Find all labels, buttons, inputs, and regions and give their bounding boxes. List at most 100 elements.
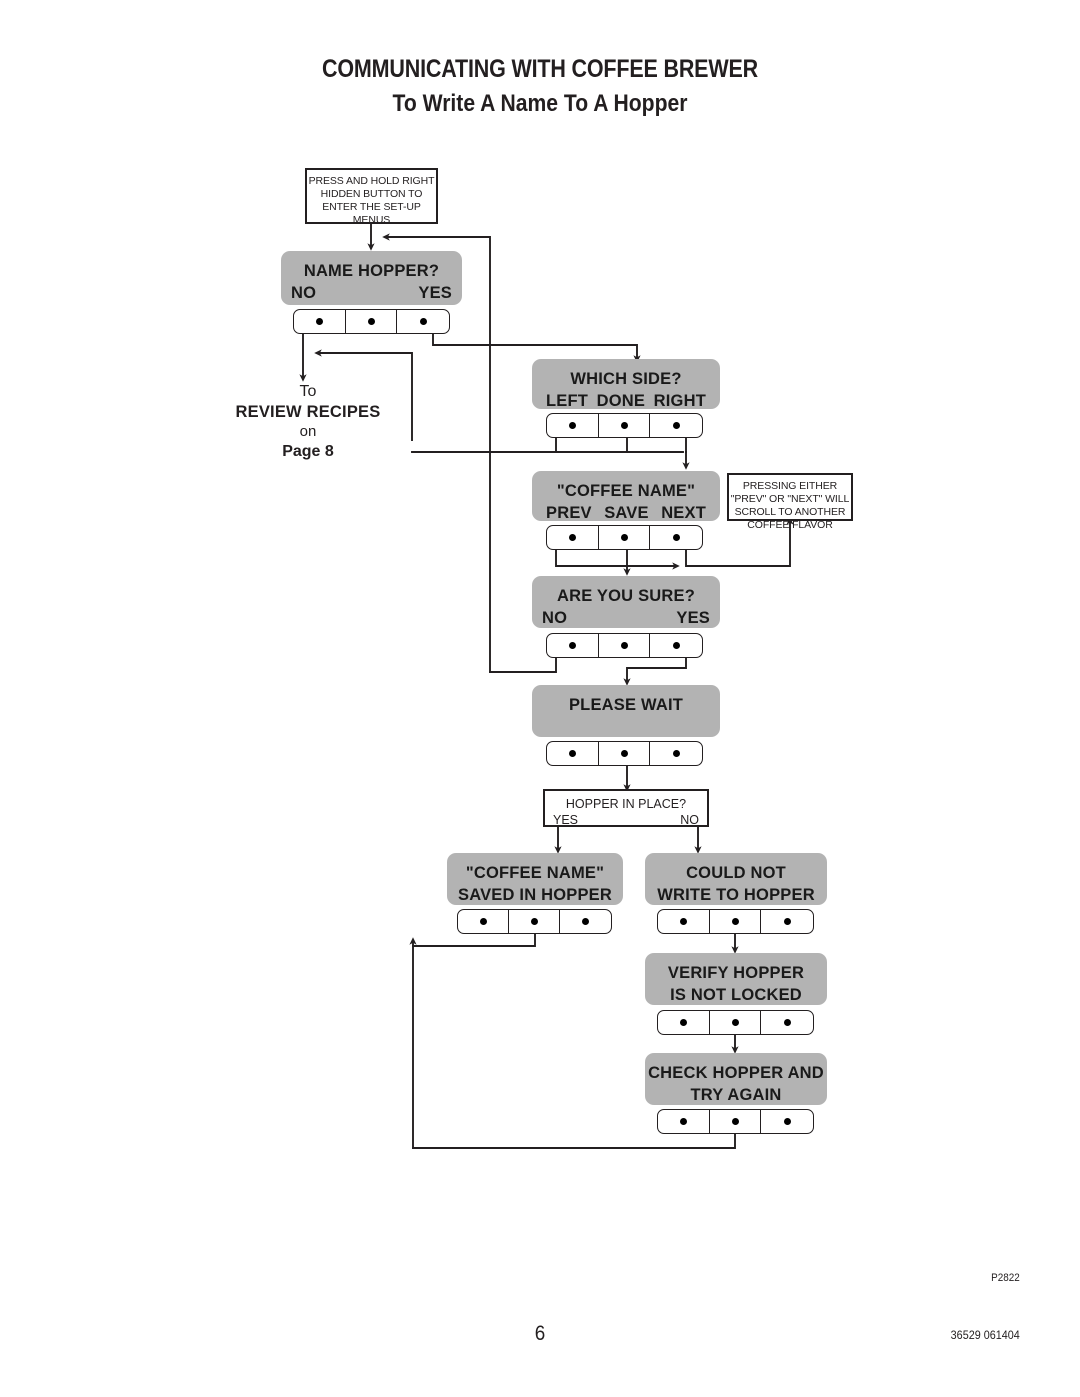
button-right[interactable] xyxy=(650,742,702,765)
screen-coffee-name-right: NEXT xyxy=(661,504,706,522)
button-center[interactable] xyxy=(710,910,762,933)
screen-which-side-left: LEFT xyxy=(546,392,589,410)
button-right[interactable] xyxy=(650,414,702,437)
buttonbar-coffee-name[interactable] xyxy=(546,525,703,550)
buttonbar-which-side[interactable] xyxy=(546,413,703,438)
buttonbar-are-you-sure[interactable] xyxy=(546,633,703,658)
button-dot-icon xyxy=(568,422,576,429)
button-left[interactable] xyxy=(547,526,599,549)
button-dot-icon xyxy=(620,534,628,541)
part-number: 36529 061404 xyxy=(950,1328,1020,1342)
button-dot-icon xyxy=(367,318,375,325)
screen-are-you-sure-line1: ARE YOU SURE? xyxy=(557,587,695,605)
button-center[interactable] xyxy=(599,526,651,549)
note-scroll-instructions: PRESSING EITHER "PREV" OR "NEXT" WILL SC… xyxy=(727,473,853,531)
screen-coffee-name-left: PREV xyxy=(546,504,592,522)
screen-which-side-center: DONE xyxy=(596,392,646,410)
screen-verify-hopper: VERIFY HOPPER IS NOT LOCKED xyxy=(645,953,827,1005)
button-dot-icon xyxy=(783,1019,791,1026)
button-right[interactable] xyxy=(761,910,813,933)
button-right[interactable] xyxy=(650,526,702,549)
buttonbar-please-wait[interactable] xyxy=(546,741,703,766)
button-dot-icon xyxy=(672,750,680,757)
button-dot-icon xyxy=(530,918,538,925)
screen-saved-in-hopper: "COFFEE NAME" SAVED IN HOPPER xyxy=(447,853,623,905)
button-dot-icon xyxy=(568,534,576,541)
button-right[interactable] xyxy=(560,910,611,933)
button-dot-icon xyxy=(620,750,628,757)
decision-no-label: NO xyxy=(680,813,699,827)
screen-verify-hopper-line2: IS NOT LOCKED xyxy=(670,986,802,1004)
screen-name-hopper-line1: NAME HOPPER? xyxy=(303,262,440,280)
buttonbar-verify-hopper[interactable] xyxy=(657,1010,814,1035)
buttonbar-could-not-write[interactable] xyxy=(657,909,814,934)
offpage-line4: Page 8 xyxy=(282,443,334,460)
offpage-reference-review-recipes: To REVIEW RECIPES on Page 8 xyxy=(228,382,388,462)
offpage-line2: REVIEW RECIPES xyxy=(235,403,381,421)
button-dot-icon xyxy=(315,318,323,325)
screen-are-you-sure-left: NO xyxy=(542,609,568,627)
page-number: 6 xyxy=(534,1322,546,1345)
button-right[interactable] xyxy=(761,1011,813,1034)
button-center[interactable] xyxy=(599,414,651,437)
button-left[interactable] xyxy=(658,910,710,933)
offpage-line1: To xyxy=(299,383,317,400)
button-dot-icon xyxy=(672,422,680,429)
button-left[interactable] xyxy=(547,634,599,657)
screen-name-hopper-left: NO xyxy=(291,284,317,302)
button-dot-icon xyxy=(679,1118,687,1125)
buttonbar-saved-in-hopper[interactable] xyxy=(457,909,612,934)
manual-page: COMMUNICATING WITH COFFEE BREWER To Writ… xyxy=(0,0,1080,1397)
screen-coffee-name-center: SAVE xyxy=(604,504,649,522)
screen-coffee-name-line1: "COFFEE NAME" xyxy=(556,482,696,500)
screen-check-hopper-line2: TRY AGAIN xyxy=(690,1086,782,1104)
button-center[interactable] xyxy=(346,310,398,333)
button-dot-icon xyxy=(672,534,680,541)
button-left[interactable] xyxy=(547,414,599,437)
button-dot-icon xyxy=(731,918,739,925)
screen-saved-in-hopper-line2: SAVED IN HOPPER xyxy=(458,886,612,904)
decision-hopper-in-place: HOPPER IN PLACE? YES NO xyxy=(543,789,709,827)
flowchart: PRESS AND HOLD RIGHT HIDDEN BUTTON TO EN… xyxy=(0,0,1080,1397)
buttonbar-check-hopper[interactable] xyxy=(657,1109,814,1134)
button-dot-icon xyxy=(731,1118,739,1125)
button-left[interactable] xyxy=(658,1110,710,1133)
button-dot-icon xyxy=(582,918,589,925)
button-left[interactable] xyxy=(458,910,509,933)
button-right[interactable] xyxy=(761,1110,813,1133)
button-dot-icon xyxy=(783,918,791,925)
button-dot-icon xyxy=(672,642,680,649)
screen-saved-in-hopper-line1: "COFFEE NAME" xyxy=(465,864,605,882)
button-right[interactable] xyxy=(650,634,702,657)
screen-which-side-line1: WHICH SIDE? xyxy=(570,370,682,388)
screen-please-wait-line1: PLEASE WAIT xyxy=(568,696,684,714)
screen-which-side: WHICH SIDE? LEFT DONE RIGHT xyxy=(532,359,720,410)
screen-name-hopper: NAME HOPPER? NO YES xyxy=(281,251,462,305)
button-dot-icon xyxy=(731,1019,739,1026)
button-dot-icon xyxy=(568,750,576,757)
decision-question: HOPPER IN PLACE? xyxy=(565,797,687,811)
button-center[interactable] xyxy=(599,742,651,765)
offpage-line3: on xyxy=(299,423,317,440)
screen-could-not-write: COULD NOT WRITE TO HOPPER xyxy=(645,853,827,905)
button-center[interactable] xyxy=(710,1110,762,1133)
button-right[interactable] xyxy=(397,310,449,333)
figure-code: P2822 xyxy=(991,1272,1020,1284)
screen-which-side-right: RIGHT xyxy=(653,392,706,410)
button-dot-icon xyxy=(679,918,687,925)
button-left[interactable] xyxy=(547,742,599,765)
button-dot-icon xyxy=(479,918,487,925)
screen-check-hopper: CHECK HOPPER AND TRY AGAIN xyxy=(645,1053,827,1105)
note-entry-instructions: PRESS AND HOLD RIGHT HIDDEN BUTTON TO EN… xyxy=(305,168,438,226)
button-dot-icon xyxy=(568,642,576,649)
screen-are-you-sure-right: YES xyxy=(676,609,710,627)
button-center[interactable] xyxy=(509,910,560,933)
screen-could-not-write-line2: WRITE TO HOPPER xyxy=(657,886,815,904)
button-left[interactable] xyxy=(658,1011,710,1034)
button-center[interactable] xyxy=(710,1011,762,1034)
screen-verify-hopper-line1: VERIFY HOPPER xyxy=(667,964,805,982)
button-dot-icon xyxy=(620,422,628,429)
buttonbar-name-hopper[interactable] xyxy=(293,309,450,334)
button-center[interactable] xyxy=(599,634,651,657)
button-left[interactable] xyxy=(294,310,346,333)
